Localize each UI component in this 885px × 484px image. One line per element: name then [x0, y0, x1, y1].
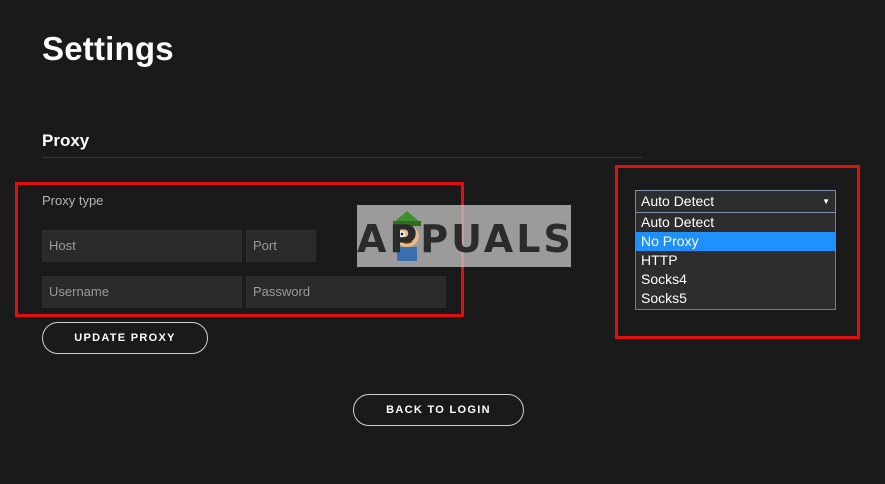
option-socks5[interactable]: Socks5 [636, 289, 835, 308]
option-no-proxy[interactable]: No Proxy [636, 232, 835, 251]
proxy-type-options: Auto Detect No Proxy HTTP Socks4 Socks5 [635, 213, 836, 310]
proxy-type-selected-value: Auto Detect [641, 193, 715, 209]
option-socks4[interactable]: Socks4 [636, 270, 835, 289]
section-divider [42, 157, 642, 158]
port-input[interactable]: Port [246, 230, 316, 262]
proxy-type-label: Proxy type [42, 193, 104, 208]
dropdown-arrow-icon: ▼ [822, 197, 830, 206]
password-input[interactable]: Password [246, 276, 446, 308]
host-input[interactable]: Host [42, 230, 242, 262]
update-proxy-button[interactable]: UPDATE PROXY [42, 322, 208, 354]
page-title: Settings [42, 30, 174, 67]
option-auto-detect[interactable]: Auto Detect [636, 213, 835, 232]
back-to-login-button[interactable]: BACK TO LOGIN [353, 394, 524, 426]
option-http[interactable]: HTTP [636, 251, 835, 270]
proxy-type-select[interactable]: Auto Detect ▼ [635, 190, 836, 213]
proxy-section-title: Proxy [42, 131, 90, 150]
watermark-text: APPUALS [357, 217, 574, 261]
appuals-watermark: APPUALS [357, 205, 571, 267]
username-input[interactable]: Username [42, 276, 242, 308]
